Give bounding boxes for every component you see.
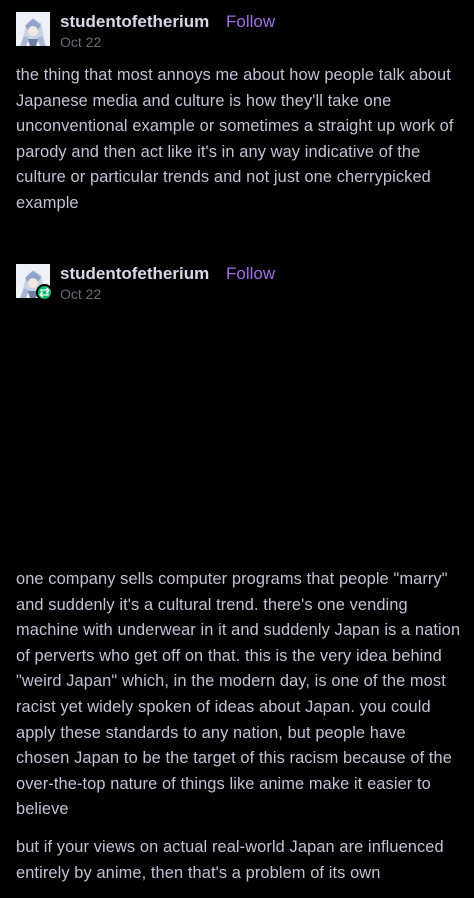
username[interactable]: studentofetherium [60, 12, 209, 32]
post-paragraph: but if your views on actual real-world J… [16, 837, 444, 882]
post-date: Oct 22 [60, 286, 102, 302]
avatar[interactable] [16, 12, 50, 46]
follow-button[interactable]: Follow [226, 264, 275, 284]
post-paragraph: one company sells computer programs that… [16, 570, 461, 819]
post-header: studentofetherium Follow Oct 22 [16, 12, 456, 50]
post-body: the thing that most annoys me about how … [16, 63, 462, 229]
follow-button[interactable]: Follow [226, 12, 275, 32]
reblog-icon [36, 284, 53, 301]
post-header: studentofetherium Follow Oct 22 [16, 264, 456, 302]
username[interactable]: studentofetherium [60, 264, 209, 284]
avatar[interactable] [16, 264, 53, 301]
post-date: Oct 22 [60, 34, 102, 50]
post-body: one company sells computer programs that… [16, 567, 462, 898]
post-paragraph: the thing that most annoys me about how … [16, 66, 454, 212]
avatar-image [16, 12, 50, 46]
